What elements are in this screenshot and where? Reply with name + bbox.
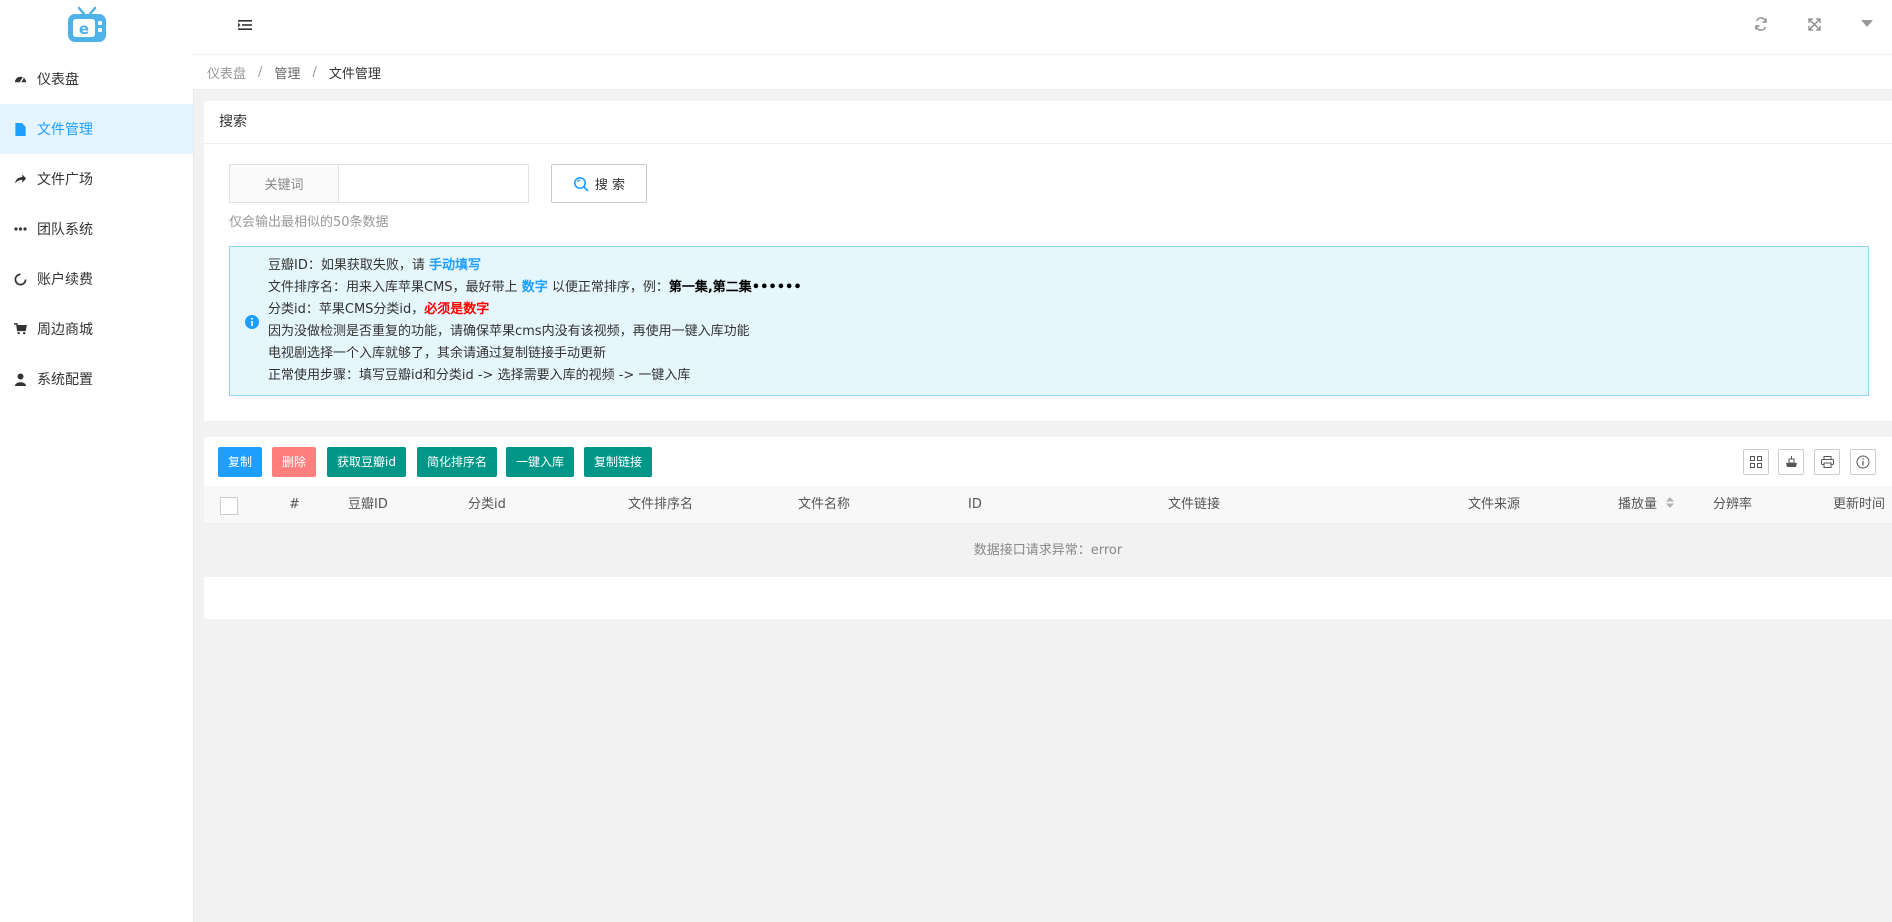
info-circle-icon[interactable] — [1850, 449, 1876, 475]
sidebar-item-file-management[interactable]: 文件管理 — [0, 104, 193, 154]
sidebar-item-file-square[interactable]: 文件广场 — [0, 154, 193, 204]
notice-line: 因为没做检测是否重复的功能，请确保苹果cms内没有该视频，再使用一键入库功能 — [268, 324, 750, 339]
keyword-input-group: 关键词 — [229, 164, 529, 203]
breadcrumb-item-manage[interactable]: 管理 — [274, 63, 300, 82]
column-header-file-name[interactable]: 文件名称 — [798, 486, 850, 523]
cart-icon — [13, 322, 27, 336]
menu-toggle-icon[interactable] — [237, 17, 253, 33]
column-header-file-source[interactable]: 文件来源 — [1468, 486, 1520, 523]
circle-icon — [13, 272, 27, 286]
copy-button[interactable]: 复制 — [218, 447, 263, 477]
fullscreen-icon[interactable] — [1806, 16, 1822, 32]
keyword-label: 关键词 — [230, 165, 339, 202]
share-icon — [13, 172, 27, 186]
sidebar: e 仪表盘 文件管理 文件广场 团队系统 账户续费 周边商城 系统配置 — [0, 0, 194, 922]
sidebar-item-renewal[interactable]: 账户续费 — [0, 254, 193, 304]
one-click-import-button[interactable]: 一键入库 — [506, 447, 575, 477]
notice-line: 豆瓣ID：如果获取失败，请 手动填写 — [268, 255, 802, 277]
sidebar-item-label: 账户续费 — [37, 272, 93, 288]
user-icon — [13, 372, 27, 386]
column-header-play-count[interactable]: 播放量 — [1618, 486, 1675, 523]
simplify-sort-name-button[interactable]: 简化排序名 — [417, 447, 498, 477]
column-header-sort-name[interactable]: 文件排序名 — [628, 486, 693, 523]
table-header: # 豆瓣ID 分类id 文件排序名 文件名称 ID 文件链接 文件来源 播放量 … — [204, 486, 1892, 524]
search-button-label: 搜 索 — [594, 178, 626, 193]
export-icon[interactable] — [1778, 449, 1804, 475]
notice-highlight: 数字 — [521, 280, 548, 295]
sidebar-item-label: 文件管理 — [37, 122, 93, 138]
notice-warning: 必须是数字 — [424, 302, 490, 317]
sidebar-menu: 仪表盘 文件管理 文件广场 团队系统 账户续费 周边商城 系统配置 — [0, 54, 193, 404]
breadcrumb-item-current: 文件管理 — [328, 66, 381, 82]
delete-button[interactable]: 删除 — [272, 447, 317, 477]
notice-text: 豆瓣ID：如果获取失败，请 手动填写 文件排序名：用来入库苹果CMS，最好带上 … — [268, 255, 802, 387]
sidebar-item-settings[interactable]: 系统配置 — [0, 354, 193, 404]
info-icon — [245, 315, 259, 329]
column-header-category-id[interactable]: 分类id — [468, 486, 506, 523]
column-header-file-link[interactable]: 文件链接 — [1168, 486, 1220, 523]
notice-line: 分类id：苹果CMS分类id，必须是数字 — [268, 299, 802, 321]
breadcrumb: 仪表盘 / 管理 / 文件管理 — [193, 55, 1892, 90]
column-header-resolution[interactable]: 分辨率 — [1713, 486, 1752, 523]
column-header-index: # — [289, 497, 300, 512]
sidebar-item-label: 周边商城 — [37, 322, 93, 338]
top-header — [193, 0, 1892, 55]
column-header-douban-id[interactable]: 豆瓣ID — [348, 486, 388, 523]
notice-line: 文件排序名：用来入库苹果CMS，最好带上 数字 以便正常排序，例：第一集,第二集… — [268, 277, 802, 299]
search-button[interactable]: 搜 索 — [551, 164, 647, 203]
column-header-update-time[interactable]: 更新时间 — [1833, 486, 1885, 523]
sidebar-item-team[interactable]: 团队系统 — [0, 204, 193, 254]
file-icon — [13, 122, 27, 136]
table-card: 复制 删除 获取豆瓣id 简化排序名 一键入库 复制链接 # 豆瓣ID 分类id… — [204, 437, 1892, 619]
breadcrumb-separator: / — [312, 64, 317, 80]
column-header-label: 播放量 — [1618, 497, 1658, 512]
breadcrumb-separator: / — [258, 64, 263, 80]
sidebar-item-label: 系统配置 — [37, 372, 93, 388]
keyword-input[interactable] — [339, 165, 528, 202]
sidebar-item-dashboard[interactable]: 仪表盘 — [0, 54, 193, 104]
table-empty-message: 数据接口请求异常：error — [204, 524, 1892, 577]
sidebar-item-label: 仪表盘 — [37, 72, 79, 88]
ellipsis-icon — [13, 222, 27, 236]
get-douban-id-button[interactable]: 获取豆瓣id — [327, 447, 406, 477]
notice-text-segment: 文件排序名：用来入库苹果CMS，最好带上 — [268, 280, 522, 295]
search-card: 搜索 关键词 搜 索 仅会输出最相似的50条数据 豆瓣ID：如果获取失败，请 手… — [204, 101, 1892, 421]
sidebar-item-label: 文件广场 — [37, 172, 93, 188]
notice-text-segment: 以便正常排序，例： — [547, 280, 669, 295]
copy-link-button[interactable]: 复制链接 — [584, 447, 653, 477]
search-card-title: 搜索 — [204, 101, 1892, 144]
breadcrumb-item-dashboard[interactable]: 仪表盘 — [207, 63, 246, 82]
notice-example: 第一集,第二集•••••• — [668, 280, 802, 295]
dashboard-icon — [13, 72, 27, 86]
sidebar-item-label: 团队系统 — [37, 222, 93, 238]
search-hint: 仅会输出最相似的50条数据 — [229, 215, 389, 230]
columns-icon[interactable] — [1743, 449, 1769, 475]
sort-icon[interactable] — [1666, 497, 1675, 508]
notice-text-segment: 豆瓣ID：如果获取失败，请 — [268, 258, 429, 273]
logo-icon[interactable]: e — [66, 6, 108, 44]
print-icon[interactable] — [1814, 449, 1840, 475]
manual-fill-link[interactable]: 手动填写 — [429, 258, 481, 273]
select-all-checkbox[interactable] — [220, 497, 238, 515]
notice-box: 豆瓣ID：如果获取失败，请 手动填写 文件排序名：用来入库苹果CMS，最好带上 … — [229, 246, 1869, 396]
svg-text:e: e — [79, 20, 89, 38]
notice-line: 正常使用步骤：填写豆瓣id和分类id -> 选择需要入库的视频 -> 一键入库 — [268, 368, 691, 383]
column-header-id[interactable]: ID — [968, 486, 982, 523]
chevron-down-icon[interactable] — [1859, 16, 1875, 32]
sidebar-item-shop[interactable]: 周边商城 — [0, 304, 193, 354]
refresh-icon[interactable] — [1753, 16, 1769, 32]
notice-line: 电视剧选择一个入库就够了，其余请通过复制链接手动更新 — [268, 346, 607, 361]
search-icon — [573, 176, 589, 192]
notice-text-segment: 分类id：苹果CMS分类id， — [268, 302, 425, 317]
